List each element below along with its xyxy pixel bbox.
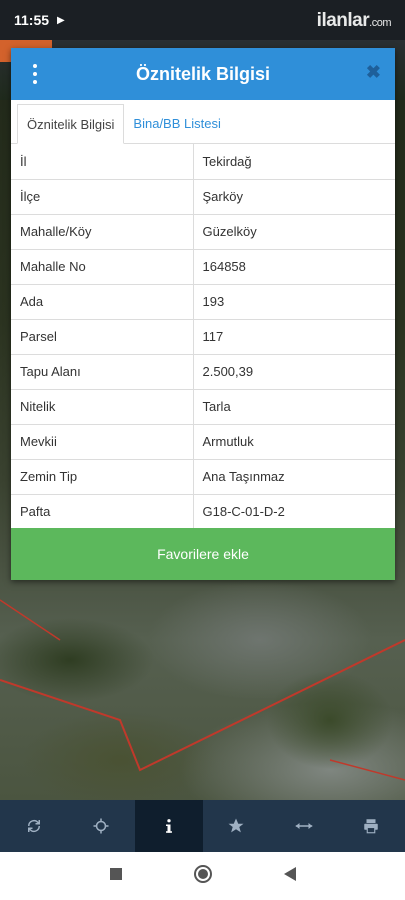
row-value: Ana Taşınmaz	[193, 459, 395, 495]
row-key: Nitelik	[11, 389, 194, 425]
back-icon[interactable]	[283, 866, 297, 887]
table-row: Mevkii Armutluk	[11, 424, 395, 460]
close-icon[interactable]: ✖	[366, 62, 381, 83]
measure-icon[interactable]	[270, 800, 338, 852]
more-vertical-icon[interactable]	[29, 64, 41, 84]
row-value: Tarla	[193, 389, 395, 425]
play-store-icon: ▶	[57, 14, 65, 26]
add-favorite-button[interactable]: Favorilere ekle	[11, 528, 395, 580]
parcel-boundary	[0, 599, 405, 781]
table-row: Mahalle/Köy Güzelköy	[11, 214, 395, 250]
dialog-tabs: Öznitelik Bilgisi Bina/BB Listesi	[11, 100, 395, 144]
star-icon[interactable]	[203, 800, 271, 852]
row-key: Parsel	[11, 319, 194, 355]
row-key: İl	[11, 144, 194, 180]
watermark-suffix: .com	[369, 17, 391, 29]
row-key: Tapu Alanı	[11, 354, 194, 390]
row-key: Ada	[11, 284, 194, 320]
row-value: Güzelköy	[193, 214, 395, 250]
watermark-text: ilanlar	[316, 10, 370, 31]
system-nav-bar	[0, 852, 405, 900]
attribute-table: İl Tekirdağ İlçe Şarköy Mahalle/Köy Güzelkö…	[11, 144, 395, 530]
table-row: Ada 193	[11, 284, 395, 320]
table-row: Nitelik Tarla	[11, 389, 395, 425]
row-key: Zemin Tip	[11, 459, 194, 495]
row-key: Pafta	[11, 494, 194, 530]
recents-icon[interactable]	[109, 867, 123, 886]
status-time: 11:55	[14, 12, 50, 28]
attribute-dialog: Öznitelik Bilgisi ✖ Öznitelik Bilgisi Bi…	[11, 48, 395, 580]
row-value: G18-C-01-D-2	[193, 494, 395, 530]
table-row: Mahalle No 164858	[11, 249, 395, 285]
row-key: Mevkii	[11, 424, 194, 460]
table-row: Pafta G18-C-01-D-2	[11, 494, 395, 530]
info-icon[interactable]	[135, 800, 203, 852]
row-value: Şarköy	[193, 179, 395, 215]
row-value: 164858	[193, 249, 395, 285]
row-value: 2.500,39	[193, 354, 395, 390]
tab-attribute-info[interactable]: Öznitelik Bilgisi	[17, 104, 125, 144]
watermark-logo: ilanlar.com	[316, 10, 392, 32]
row-value: Tekirdağ	[193, 144, 395, 180]
table-row: İl Tekirdağ	[11, 144, 395, 180]
row-value: 193	[193, 284, 395, 320]
refresh-icon[interactable]	[0, 800, 68, 852]
row-value: Armutluk	[193, 424, 395, 460]
table-row: Tapu Alanı 2.500,39	[11, 354, 395, 390]
dialog-title: Öznitelik Bilgisi	[135, 63, 271, 84]
table-row: İlçe Şarköy	[11, 179, 395, 215]
table-row: Parsel 117	[11, 319, 395, 355]
locate-icon[interactable]	[68, 800, 136, 852]
row-key: İlçe	[11, 179, 194, 215]
print-icon[interactable]	[338, 800, 405, 852]
dialog-header: Öznitelik Bilgisi ✖	[11, 48, 395, 100]
row-key: Mahalle/Köy	[11, 214, 194, 250]
tab-building-list[interactable]: Bina/BB Listesi	[124, 103, 229, 143]
row-value: 117	[193, 319, 395, 355]
map-toolbar	[0, 800, 405, 852]
home-icon[interactable]	[193, 864, 213, 889]
table-row: Zemin Tip Ana Taşınmaz	[11, 459, 395, 495]
row-key: Mahalle No	[11, 249, 194, 285]
